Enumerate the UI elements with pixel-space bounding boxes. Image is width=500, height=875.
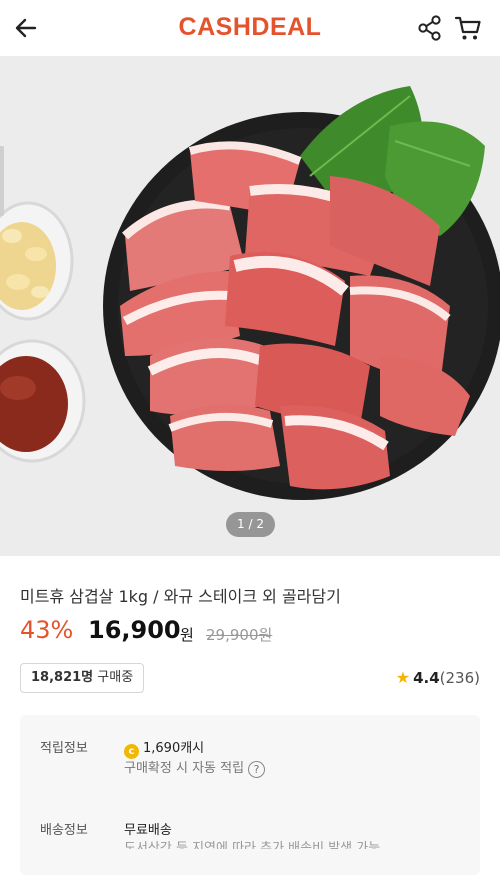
share-button[interactable] [414,12,446,44]
points-note-row: 구매확정 시 자동 적립? [124,757,266,778]
points-value-row: c 1,690캐시 [124,737,204,759]
review-count: (236) [439,669,480,687]
share-icon [418,15,441,41]
points-value: 1,690캐시 [143,741,205,756]
buyers-suffix: 구매중 [97,670,134,685]
points-note: 구매확정 시 자동 적립 [124,761,245,776]
points-label: 적립정보 [40,741,88,756]
top-app-bar: CASHDEAL [0,0,500,56]
rating-summary[interactable]: ★ 4.4(236) [396,668,480,687]
rating-score: 4.4 [413,669,440,687]
image-pager: 1 / 2 [226,512,275,537]
product-image-gallery[interactable]: 1 / 2 [0,56,500,556]
product-title: 미트휴 삼겹살 1kg / 와규 스테이크 외 골라담기 [20,587,341,606]
shipping-value: 무료배송 [124,823,172,838]
shipping-label: 배송정보 [40,823,88,838]
benefit-info-box: 적립정보 c 1,690캐시 구매확정 시 자동 적립? 배송정보 무료배송 도서… [20,715,480,875]
buyers-badge: 18,821명 구매중 [20,663,145,693]
product-photo [0,56,500,556]
star-icon: ★ [395,668,411,687]
scroll-edge-indicator [0,146,4,216]
cart-button[interactable] [452,12,484,44]
original-price: 29,900원 [206,626,273,644]
buyers-count: 18,821명 [31,670,94,685]
sale-price: 16,900 [88,616,181,644]
shipping-note: 도서산간 등 지역에 따라 추가 배송비 발생 가능 [124,841,381,856]
currency-label: 원 [180,626,194,644]
help-icon[interactable]: ? [248,761,266,778]
discount-rate: 43% [20,616,74,644]
cart-icon [454,16,481,40]
